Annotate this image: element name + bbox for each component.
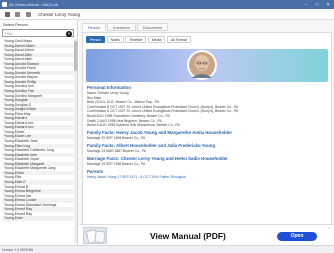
- sub-tabs: Person Notes Timeline Media All Format: [86, 36, 191, 43]
- document-thumbnail-icon: [83, 227, 107, 244]
- ad-text[interactable]: View Manual (PDF): [150, 231, 226, 241]
- parent-link[interactable]: Henry Jacob Young 17 SEP 1871 - 8 OCT 19…: [87, 175, 186, 179]
- person-photo-icon: [189, 52, 215, 78]
- menu-icon[interactable]: [5, 12, 10, 17]
- detail-line: Death 2 AUG 1998 New Brighton, Beaver Co…: [87, 118, 162, 123]
- title-bar: All Genes Ahead - MACLab – □ ✕: [0, 0, 334, 9]
- current-person-label: Chester Leroy Young: [38, 12, 81, 17]
- subtab-media[interactable]: Media: [147, 36, 166, 43]
- detail-line: Sex Male: [87, 95, 102, 100]
- detail-line: Confirmation 8 OCT 1927 St. John's Unite…: [87, 104, 239, 109]
- section-title: Parents: [87, 169, 104, 175]
- detail-line: Confirmation 8 OCT 1927 St. John's Unite…: [87, 109, 239, 114]
- profile-banner: [86, 49, 328, 82]
- tab-person[interactable]: Person: [82, 23, 107, 31]
- tab-documents[interactable]: Documents: [136, 23, 169, 31]
- filter-input[interactable]: Filter ✕: [2, 29, 74, 37]
- section-title: Family Facts: Henry Jacob Young and Marg…: [87, 130, 233, 136]
- window-controls: – □ ✕: [302, 1, 332, 8]
- section-title: Family Facts: Albert Householder and Jul…: [87, 143, 216, 149]
- toolbar: Chester Leroy Young: [0, 9, 334, 20]
- person-list: Young,Cecil Mayo Young,Daniel Albert Young…: [2, 39, 74, 243]
- minimize-button[interactable]: –: [302, 1, 310, 8]
- close-button[interactable]: ✕: [324, 1, 332, 8]
- detail-line: Name Chester Leroy Young: [87, 91, 129, 95]
- version-text: Version 1.0.3091056: [2, 247, 34, 252]
- avatar: [187, 50, 217, 80]
- section-title: Personal Information: [87, 85, 131, 90]
- person-panel: Person Notes Timeline Media All Format P…: [82, 32, 332, 233]
- scrollbar-thumb[interactable]: [74, 41, 77, 71]
- main-tabs: Person Ancestors Documents: [82, 23, 169, 32]
- clear-filter-icon[interactable]: ✕: [66, 30, 72, 37]
- ad-info-icon[interactable]: i: [327, 226, 331, 230]
- list-item[interactable]: Young,Ester: [2, 216, 74, 221]
- maximize-button[interactable]: □: [313, 1, 321, 8]
- ad-banner[interactable]: View Manual (PDF) Open i: [79, 224, 334, 245]
- detail-line: Burial 5 AUG 1998 Sylvania Hills Mausole…: [87, 123, 180, 128]
- subtab-notes[interactable]: Notes: [106, 36, 124, 43]
- detail-line: Marriage 29 SEP 1898 Beaver Co., PA: [87, 136, 146, 141]
- status-bar: Version 1.0.3091056: [0, 245, 334, 253]
- detail-line: Burial AUG 1998 Grandview Cemetery, Beav…: [87, 114, 170, 118]
- window-title: All Genes Ahead - MACLab: [9, 2, 58, 7]
- ad-open-button[interactable]: Open: [277, 232, 317, 241]
- home-icon[interactable]: [15, 12, 20, 17]
- tree-icon[interactable]: [26, 12, 31, 17]
- person-list-scrollbar[interactable]: [74, 39, 77, 243]
- panel-header: Select Person: [3, 22, 28, 27]
- app-icon: [2, 2, 7, 7]
- person-selector-panel: Select Person Filter ✕ Young,Cecil Mayo Y…: [0, 20, 78, 245]
- section-title: Marriage Facts: Chester Leroy Young and …: [87, 156, 228, 162]
- detail-line: Marriage 24 MAR 1887 Beaver Co., PA: [87, 149, 147, 154]
- subtab-person[interactable]: Person: [86, 36, 106, 43]
- detail-line: Marriage 25 SEP 1936 Beaver Co., PA: [87, 162, 146, 167]
- subtab-all-format[interactable]: All Format: [166, 36, 191, 43]
- subtab-timeline[interactable]: Timeline: [125, 36, 147, 43]
- tab-ancestors[interactable]: Ancestors: [107, 23, 136, 31]
- detail-line: Birth 23 JUL 1911, Beaver Co., Marion Tw…: [87, 100, 160, 105]
- filter-placeholder: Filter: [5, 31, 13, 36]
- main-content: Person Ancestors Documents Person Notes …: [79, 20, 334, 245]
